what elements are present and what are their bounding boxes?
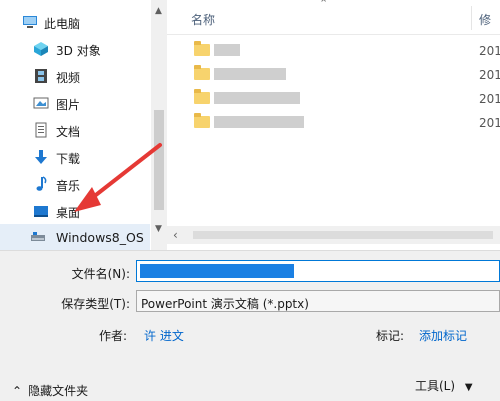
- filename-selection: [140, 264, 294, 278]
- nav-item-label: 音乐: [56, 179, 81, 193]
- nav-item-label: Windows8_OS: [56, 230, 144, 245]
- chevron-up-icon: ⌃: [12, 383, 23, 398]
- hide-folders-toggle[interactable]: ⌃ 隐藏文件夹: [12, 382, 88, 399]
- download-arrow-icon: [35, 150, 47, 164]
- film-icon: [35, 69, 47, 83]
- nav-item-windows8-os[interactable]: Windows8_OS: [0, 224, 150, 250]
- list-item[interactable]: 201: [167, 111, 500, 135]
- add-tags-link[interactable]: 添加标记: [419, 327, 467, 344]
- scroll-down-icon[interactable]: ▼: [155, 224, 162, 234]
- navigation-pane: 此电脑 3D 对象 视频 图片 文档 下载 音乐 桌面 Windows8_OS: [0, 0, 150, 250]
- savetype-label: 保存类型(T):: [61, 297, 130, 311]
- dropdown-arrow-icon: ▼: [464, 382, 473, 393]
- column-date-header[interactable]: 修: [479, 11, 491, 28]
- computer-icon: [23, 16, 37, 28]
- column-header: 名称 ⌃ 修: [167, 0, 500, 35]
- nav-scrollbar[interactable]: ▲ ▼: [151, 0, 167, 250]
- column-divider[interactable]: [471, 6, 472, 30]
- nav-item-label: 图片: [56, 98, 81, 112]
- list-item[interactable]: 201: [167, 39, 500, 63]
- blurred-filename: [214, 44, 240, 56]
- author-label: 作者:: [99, 329, 128, 343]
- modified-date: 201: [479, 116, 500, 130]
- list-item[interactable]: 201: [167, 87, 500, 111]
- sort-ascending-icon: ⌃: [319, 0, 329, 10]
- document-icon: [35, 122, 47, 138]
- nav-item-label: 此电脑: [44, 17, 81, 31]
- nav-item-pictures[interactable]: 图片: [0, 90, 150, 116]
- nav-item-videos[interactable]: 视频: [0, 63, 150, 89]
- music-note-icon: [36, 176, 47, 191]
- desktop-icon: [34, 206, 48, 217]
- blurred-filename: [214, 68, 286, 80]
- folder-icon: [194, 113, 210, 128]
- save-form: 文件名(N): 保存类型(T): PowerPoint 演示文稿 (*.pptx…: [0, 250, 500, 401]
- nav-item-label: 视频: [56, 71, 81, 85]
- savetype-select[interactable]: PowerPoint 演示文稿 (*.pptx): [136, 290, 500, 312]
- blurred-filename: [214, 92, 300, 104]
- nav-item-this-pc[interactable]: 此电脑: [0, 9, 150, 35]
- tools-button[interactable]: 工具(L) ▼: [415, 377, 485, 399]
- modified-date: 201: [479, 68, 500, 82]
- nav-item-3d-objects[interactable]: 3D 对象: [0, 36, 150, 62]
- file-list: 名称 ⌃ 修 201 201 201 201: [167, 0, 500, 250]
- folder-icon: [194, 41, 210, 56]
- nav-item-label: 下载: [56, 152, 81, 166]
- modified-date: 201: [479, 92, 500, 106]
- scroll-up-icon[interactable]: ▲: [155, 6, 162, 16]
- scroll-thumb[interactable]: [193, 231, 493, 239]
- nav-item-music[interactable]: 音乐: [0, 171, 150, 197]
- nav-item-label: 3D 对象: [56, 44, 101, 58]
- savetype-value: PowerPoint 演示文稿 (*.pptx): [141, 297, 309, 311]
- list-item[interactable]: 201: [167, 63, 500, 87]
- filename-input[interactable]: [136, 260, 500, 282]
- nav-item-downloads[interactable]: 下载: [0, 144, 150, 170]
- cube-icon: [34, 42, 48, 56]
- nav-item-documents[interactable]: 文档: [0, 117, 150, 143]
- drive-icon: [31, 232, 45, 241]
- filename-label: 文件名(N):: [71, 267, 130, 281]
- column-name-header[interactable]: 名称: [191, 11, 215, 28]
- horizontal-scrollbar[interactable]: ‹: [167, 226, 500, 244]
- author-value[interactable]: 许 进文: [144, 327, 184, 344]
- tools-label: 工具(L): [415, 379, 456, 393]
- folder-icon: [194, 65, 210, 80]
- scroll-left-icon[interactable]: ‹: [173, 228, 178, 242]
- nav-item-label: 文档: [56, 125, 81, 139]
- scroll-thumb[interactable]: [154, 110, 164, 210]
- picture-icon: [33, 97, 49, 109]
- hide-folders-label: 隐藏文件夹: [28, 384, 89, 398]
- folder-icon: [194, 89, 210, 104]
- nav-item-desktop[interactable]: 桌面: [0, 198, 150, 224]
- modified-date: 201: [479, 44, 500, 58]
- blurred-filename: [214, 116, 304, 128]
- tags-label: 标记:: [376, 329, 405, 343]
- nav-item-label: 桌面: [56, 206, 81, 220]
